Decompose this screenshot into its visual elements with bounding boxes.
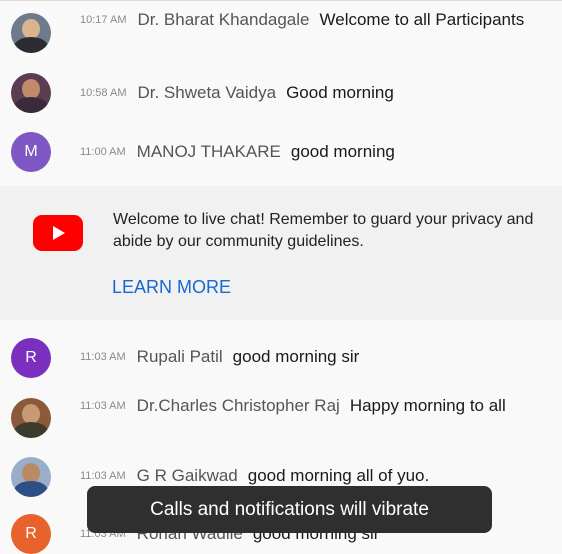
top-divider xyxy=(0,0,562,1)
learn-more-link[interactable]: LEARN MORE xyxy=(112,277,231,298)
avatar-letter: M xyxy=(24,143,38,160)
vibrate-toast: Calls and notifications will vibrate xyxy=(87,486,492,533)
message-time: 11:03 AM xyxy=(80,351,126,363)
banner-text: Welcome to live chat! Remember to guard … xyxy=(113,211,534,250)
message-time: 10:58 AM xyxy=(80,87,127,99)
avatar-letter: R xyxy=(25,349,37,366)
message-text: good morning sir xyxy=(232,347,360,366)
avatar[interactable]: M xyxy=(11,132,51,172)
live-chat-welcome-banner: Welcome to live chat! Remember to guard … xyxy=(0,186,562,320)
avatar-letter: R xyxy=(25,525,37,542)
avatar[interactable] xyxy=(11,13,51,53)
message-text: Good morning xyxy=(286,83,394,102)
message-author[interactable]: MANOJ THAKARE xyxy=(137,142,281,161)
avatar[interactable] xyxy=(11,398,51,438)
message-time: 11:00 AM xyxy=(80,146,126,158)
avatar[interactable] xyxy=(11,73,51,113)
message-author[interactable]: Dr.Charles Christopher Raj xyxy=(137,396,340,415)
message-time: 11:03 AM xyxy=(80,470,126,482)
toast-text: Calls and notifications will vibrate xyxy=(150,498,429,520)
message-text: good morning xyxy=(290,142,395,161)
avatar[interactable]: R xyxy=(11,514,51,554)
message-author[interactable]: Rupali Patil xyxy=(137,347,223,366)
message-author[interactable]: Dr. Bharat Khandagale xyxy=(137,10,309,29)
message-text: Happy morning to all xyxy=(349,396,506,415)
message-text: good morning all of yuo. xyxy=(247,466,430,485)
message-time: 11:03 AM xyxy=(80,400,126,412)
youtube-icon xyxy=(33,215,83,251)
avatar[interactable]: R xyxy=(11,338,51,378)
message-author[interactable]: G R Gaikwad xyxy=(137,466,238,485)
message-author[interactable]: Dr. Shweta Vaidya xyxy=(137,83,276,102)
avatar[interactable] xyxy=(11,457,51,497)
message-text: Welcome to all Participants xyxy=(319,10,525,29)
message-time: 10:17 AM xyxy=(80,14,127,26)
